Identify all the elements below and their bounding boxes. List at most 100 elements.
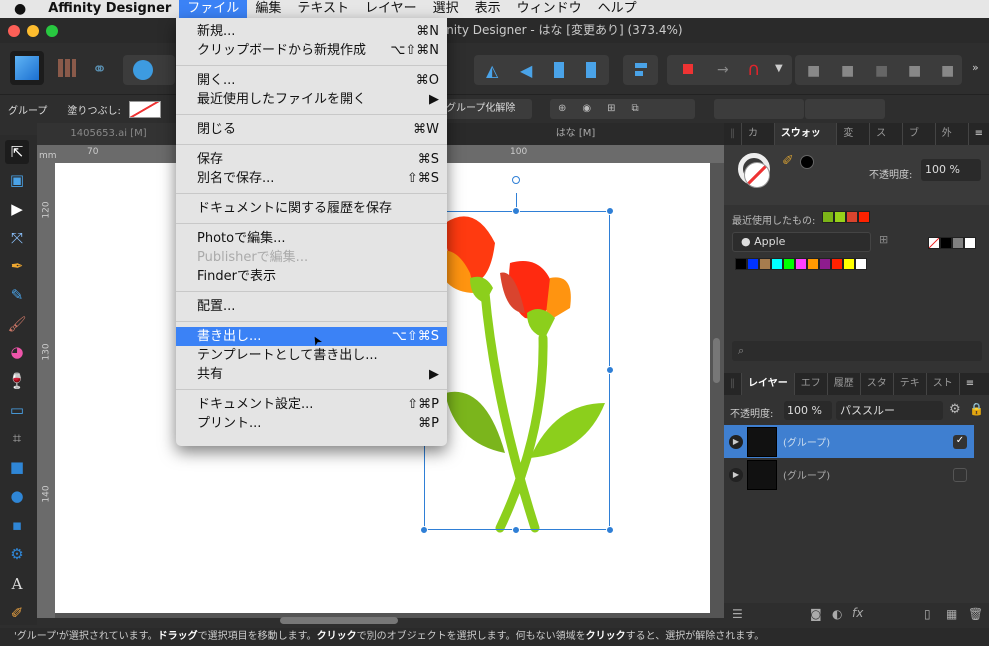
export-persona-icon[interactable]: ⚭ <box>92 59 107 80</box>
color-swatch[interactable] <box>795 258 807 270</box>
layer-row[interactable]: ▶ (グループ) <box>724 458 974 491</box>
tab-transform[interactable]: 変換 <box>837 123 871 161</box>
snapping-group[interactable]: → ∩ ▼ <box>667 55 792 85</box>
ungroup-button[interactable]: グループ化解除 <box>442 99 532 119</box>
color-swatch[interactable] <box>747 258 759 270</box>
fill-swatch[interactable] <box>128 100 161 118</box>
ellipse-tool-icon[interactable]: ● <box>5 484 29 508</box>
color-swatch[interactable] <box>855 258 867 270</box>
move-tool-icon[interactable]: ⇱ <box>5 140 29 164</box>
color-swatch[interactable] <box>834 211 846 223</box>
align-button[interactable] <box>623 55 658 85</box>
resize-handle[interactable] <box>512 526 520 534</box>
menu-item[interactable]: ドキュメントに関する履歴を保存 <box>176 199 447 218</box>
resize-handle[interactable] <box>606 526 614 534</box>
mask-icon[interactable]: ◙ <box>810 607 822 621</box>
brush-tool-icon[interactable]: 🖌 <box>5 312 29 336</box>
panel-menu-icon[interactable]: ≡ <box>969 123 989 145</box>
horizontal-scrollbar[interactable] <box>280 617 398 624</box>
color-swatch[interactable] <box>964 237 976 249</box>
align-horizontal-buttons[interactable] <box>714 99 804 119</box>
menu-item[interactable]: 閉じる ⌘W <box>176 120 447 139</box>
menu-item[interactable]: 書き出し... ⌥⇧⌘S ➤ <box>176 327 447 349</box>
flip-rotate-group[interactable]: ◭ ◀ <box>474 55 609 85</box>
fx-icon[interactable]: fx <box>852 606 863 620</box>
color-swatch[interactable] <box>759 258 771 270</box>
boolean-group[interactable]: ■ ■ ■ ■ ■ <box>795 55 962 85</box>
intersect-icon[interactable]: ■ <box>875 63 888 79</box>
color-swatch[interactable] <box>819 258 831 270</box>
fill-well[interactable] <box>744 162 770 188</box>
menu-item[interactable]: Finderで表示 <box>176 267 447 286</box>
menu-item[interactable]: クリップボードから新規作成 ⌥⇧⌘N <box>176 41 447 60</box>
menu-item[interactable]: プリント... ⌘P <box>176 414 447 433</box>
tab-styles[interactable]: スタ <box>861 373 894 395</box>
menu-item[interactable]: 別名で保存... ⇧⌘S <box>176 169 447 188</box>
swatch-search-input[interactable]: ⌕ <box>732 341 982 361</box>
tab-stroke[interactable]: スト <box>870 123 903 161</box>
visibility-checkbox[interactable]: ✓ <box>953 434 967 449</box>
expand-icon[interactable]: ▶ <box>729 467 743 482</box>
place-image-tool-icon[interactable]: ▭ <box>5 398 29 422</box>
cog-tool-icon[interactable]: ⚙ <box>5 542 29 566</box>
menu-item[interactable]: 配置... <box>176 297 447 316</box>
add-layer-icon[interactable]: ▯ <box>924 607 931 621</box>
grid-icon[interactable] <box>683 64 693 74</box>
fill-tool-icon[interactable]: ◕ <box>5 340 29 364</box>
tab-brush[interactable]: ブラ <box>903 123 936 161</box>
menu-app[interactable]: Affinity Designer <box>40 0 179 18</box>
menu-view[interactable]: 表示 <box>467 0 509 18</box>
expand-icon[interactable]: ▶ <box>729 434 743 449</box>
tab-document-2[interactable]: はな [M] <box>427 123 724 145</box>
menu-help[interactable]: ヘルプ <box>590 0 645 18</box>
corner-tool-icon[interactable]: ⤧ <box>5 226 29 250</box>
visibility-checkbox[interactable] <box>953 467 967 482</box>
pencil-tool-icon[interactable]: ✎ <box>5 283 29 307</box>
resize-handle[interactable] <box>606 366 614 374</box>
align-vertical-buttons[interactable] <box>805 99 885 119</box>
delete-icon[interactable]: 🗑 <box>968 607 983 621</box>
rectangle-tool-icon[interactable]: ■ <box>5 455 29 479</box>
lock-icon[interactable]: 🔒 <box>969 402 984 416</box>
color-swatch[interactable] <box>858 211 870 223</box>
subtract-icon[interactable]: ■ <box>841 63 854 79</box>
picked-color-swatch[interactable] <box>800 155 814 169</box>
eyedropper-icon[interactable]: ✐ <box>782 153 794 169</box>
adjustment-icon[interactable]: ◐ <box>832 607 842 621</box>
menu-file[interactable]: ファイル <box>179 0 248 18</box>
menu-item[interactable]: 最近使用したファイルを開く ▶ <box>176 90 447 109</box>
menu-text[interactable]: テキスト <box>289 0 357 18</box>
flip-vertical-icon[interactable]: ◀ <box>520 61 532 80</box>
color-swatch[interactable] <box>783 258 795 270</box>
rotate-right-icon[interactable] <box>586 62 596 78</box>
menu-item[interactable]: 開く... ⌘O <box>176 71 447 90</box>
color-swatch[interactable] <box>928 237 940 249</box>
add-icon[interactable]: ■ <box>807 63 820 79</box>
color-swatch[interactable] <box>846 211 858 223</box>
node-tool-icon[interactable]: ▶ <box>5 197 29 221</box>
tab-color[interactable]: カラ <box>742 123 775 161</box>
tab-appearance[interactable]: 外観 <box>936 123 969 161</box>
menu-select[interactable]: 選択 <box>425 0 467 18</box>
color-swatch[interactable] <box>735 258 747 270</box>
artboard-tool-icon[interactable]: ▣ <box>5 168 29 192</box>
color-swatch[interactable] <box>771 258 783 270</box>
xor-icon[interactable]: ■ <box>908 63 921 79</box>
rounded-rectangle-tool-icon[interactable]: ▪ <box>5 513 29 537</box>
rotation-handle[interactable] <box>512 176 520 184</box>
menu-item[interactable]: 保存 ⌘S <box>176 150 447 169</box>
magnet-snapping-icon[interactable]: ∩ <box>747 59 760 80</box>
color-swatch[interactable] <box>822 211 834 223</box>
snapshot-button[interactable] <box>123 55 175 85</box>
menu-item[interactable]: 共有 ▶ <box>176 365 447 384</box>
color-swatch[interactable] <box>940 237 952 249</box>
palette-select[interactable]: ● Apple <box>732 232 871 252</box>
layers-menu-icon[interactable]: ≡ <box>960 373 980 395</box>
tab-layers[interactable]: レイヤー <box>742 373 795 395</box>
tab-text-styles[interactable]: テキ <box>894 373 927 395</box>
crop-tool-icon[interactable]: ⌗ <box>5 426 29 450</box>
transparency-tool-icon[interactable]: 🍷 <box>5 369 29 393</box>
snapping-dropdown-icon[interactable]: ▼ <box>775 63 783 74</box>
menu-item[interactable]: 新規... ⌘N <box>176 22 447 41</box>
tab-document-1[interactable]: 1405653.ai [M] <box>37 123 180 145</box>
